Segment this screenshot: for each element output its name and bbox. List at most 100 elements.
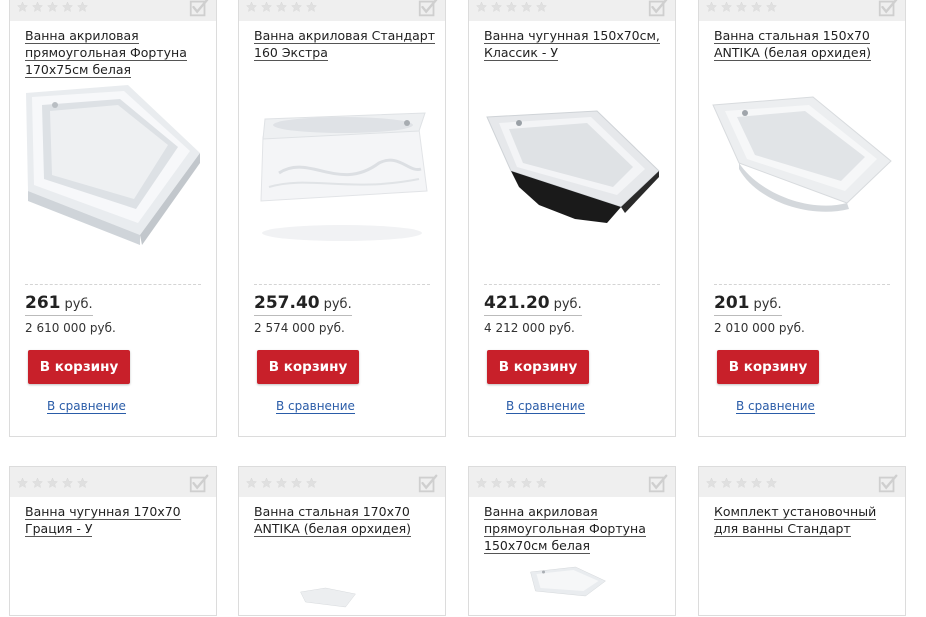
old-price: 2 610 000 руб. — [25, 321, 116, 335]
star-icon[interactable] — [61, 477, 74, 489]
rating-stars[interactable] — [245, 1, 318, 13]
divider — [714, 284, 890, 285]
old-price: 2 574 000 руб. — [254, 321, 345, 335]
divider — [25, 284, 201, 285]
rating-stars[interactable] — [705, 1, 778, 13]
product-card: Ванна акриловая прямоугольная Фортуна 15… — [468, 466, 676, 616]
product-image[interactable] — [249, 577, 435, 617]
compare-link[interactable]: В сравнение — [736, 399, 815, 414]
compare-link[interactable]: В сравнение — [506, 399, 585, 414]
star-icon[interactable] — [305, 1, 318, 13]
product-image[interactable] — [249, 83, 435, 248]
star-icon[interactable] — [720, 1, 733, 13]
product-title[interactable]: Ванна стальная 150х70 ANTIKA (белая орхи… — [714, 27, 895, 61]
add-to-cart-button[interactable]: В корзину — [487, 350, 589, 384]
compare-link[interactable]: В сравнение — [47, 399, 126, 414]
star-icon[interactable] — [245, 1, 258, 13]
divider — [254, 284, 430, 285]
rating-stars[interactable] — [16, 477, 89, 489]
star-icon[interactable] — [705, 477, 718, 489]
star-icon[interactable] — [46, 477, 59, 489]
compare-check-icon[interactable] — [188, 0, 210, 19]
star-icon[interactable] — [31, 477, 44, 489]
star-icon[interactable] — [76, 477, 89, 489]
card-header — [699, 467, 905, 497]
product-title[interactable]: Ванна акриловая прямоугольная Фортуна 15… — [484, 503, 665, 554]
compare-check-icon[interactable] — [877, 0, 899, 19]
star-icon[interactable] — [535, 1, 548, 13]
star-icon[interactable] — [750, 1, 763, 13]
product-title[interactable]: Ванна акриловая Стандарт 160 Экстра — [254, 27, 435, 61]
star-icon[interactable] — [520, 477, 533, 489]
add-to-cart-button[interactable]: В корзину — [257, 350, 359, 384]
star-icon[interactable] — [305, 477, 318, 489]
compare-check-icon[interactable] — [647, 473, 669, 495]
compare-check-icon[interactable] — [417, 473, 439, 495]
star-icon[interactable] — [290, 477, 303, 489]
card-header — [10, 467, 216, 497]
star-icon[interactable] — [720, 477, 733, 489]
star-icon[interactable] — [16, 1, 29, 13]
star-icon[interactable] — [705, 1, 718, 13]
star-icon[interactable] — [490, 1, 503, 13]
star-icon[interactable] — [76, 1, 89, 13]
rating-stars[interactable] — [245, 477, 318, 489]
card-header — [469, 0, 675, 21]
price: 257.40 руб. — [254, 293, 352, 316]
divider — [484, 284, 660, 285]
star-icon[interactable] — [735, 477, 748, 489]
compare-link[interactable]: В сравнение — [276, 399, 355, 414]
product-image[interactable] — [20, 83, 206, 248]
star-icon[interactable] — [475, 1, 488, 13]
star-icon[interactable] — [765, 477, 778, 489]
star-icon[interactable] — [260, 1, 273, 13]
star-icon[interactable] — [245, 477, 258, 489]
product-title[interactable]: Ванна чугунная 170х70 Грация - У — [25, 503, 206, 537]
star-icon[interactable] — [46, 1, 59, 13]
product-image[interactable] — [479, 561, 665, 601]
card-header — [239, 0, 445, 21]
star-icon[interactable] — [290, 1, 303, 13]
product-title[interactable]: Ванна чугунная 150х70см, Классик - У — [484, 27, 665, 61]
price: 421.20 руб. — [484, 293, 582, 316]
card-header — [239, 467, 445, 497]
product-title[interactable]: Комплект установочный для ванны Стандарт — [714, 503, 895, 537]
compare-check-icon[interactable] — [417, 0, 439, 19]
product-title[interactable]: Ванна акриловая прямоугольная Фортуна 17… — [25, 27, 206, 78]
product-card: Ванна чугунная 170х70 Грация - У — [9, 466, 217, 616]
compare-check-icon[interactable] — [877, 473, 899, 495]
star-icon[interactable] — [275, 477, 288, 489]
price: 201 руб. — [714, 293, 782, 316]
star-icon[interactable] — [505, 1, 518, 13]
star-icon[interactable] — [275, 1, 288, 13]
star-icon[interactable] — [490, 477, 503, 489]
rating-stars[interactable] — [475, 477, 548, 489]
star-icon[interactable] — [475, 477, 488, 489]
star-icon[interactable] — [765, 1, 778, 13]
card-header — [699, 0, 905, 21]
add-to-cart-button[interactable]: В корзину — [717, 350, 819, 384]
product-card: Комплект установочный для ванны Стандарт — [698, 466, 906, 616]
old-price: 2 010 000 руб. — [714, 321, 805, 335]
star-icon[interactable] — [520, 1, 533, 13]
star-icon[interactable] — [260, 477, 273, 489]
star-icon[interactable] — [16, 477, 29, 489]
card-header — [469, 467, 675, 497]
compare-check-icon[interactable] — [188, 473, 210, 495]
product-image[interactable] — [709, 83, 895, 248]
product-card: Ванна стальная 170х70 ANTIKA (белая орхи… — [238, 466, 446, 616]
product-image[interactable] — [479, 83, 665, 248]
star-icon[interactable] — [735, 1, 748, 13]
rating-stars[interactable] — [16, 1, 89, 13]
product-title[interactable]: Ванна стальная 170х70 ANTIKA (белая орхи… — [254, 503, 435, 537]
star-icon[interactable] — [61, 1, 74, 13]
rating-stars[interactable] — [475, 1, 548, 13]
star-icon[interactable] — [750, 477, 763, 489]
rating-stars[interactable] — [705, 477, 778, 489]
product-card: Ванна чугунная 150х70см, Классик - У 421… — [468, 0, 676, 437]
star-icon[interactable] — [535, 477, 548, 489]
star-icon[interactable] — [31, 1, 44, 13]
add-to-cart-button[interactable]: В корзину — [28, 350, 130, 384]
compare-check-icon[interactable] — [647, 0, 669, 19]
star-icon[interactable] — [505, 477, 518, 489]
